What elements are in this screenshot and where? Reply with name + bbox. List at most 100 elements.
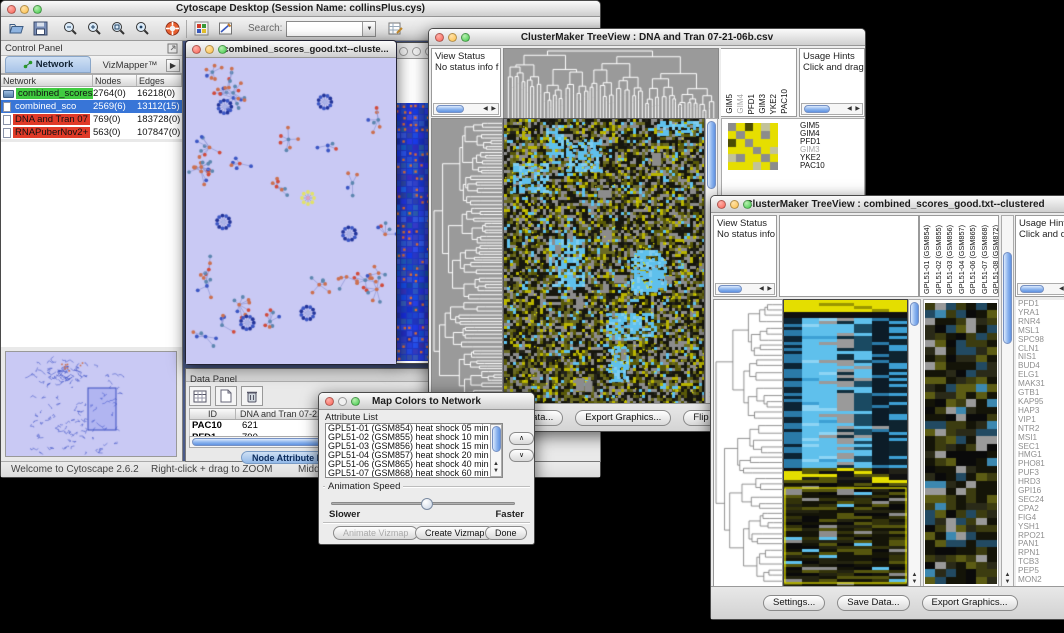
annotation-icon[interactable] xyxy=(216,20,234,38)
minimize-button[interactable] xyxy=(412,47,421,56)
network-overview-panel[interactable] xyxy=(5,351,177,457)
row-label[interactable]: PAC10 xyxy=(800,162,825,170)
tab-network[interactable]: Network xyxy=(5,56,91,73)
search-input[interactable] xyxy=(287,22,362,36)
column-label[interactable]: GIM3 xyxy=(758,94,767,114)
listbox-v-scrollbar[interactable]: ▲▼ xyxy=(490,424,502,477)
treeview-action-button[interactable]: Settings... xyxy=(763,595,825,611)
animation-speed-slider[interactable] xyxy=(331,502,515,505)
gene-label[interactable]: MON2 xyxy=(1018,576,1064,585)
zoom-button[interactable] xyxy=(743,200,752,209)
treeview-action-button[interactable]: Export Graphics... xyxy=(922,595,1018,611)
dialog-titlebar[interactable]: Map Colors to Network xyxy=(319,393,534,410)
column-label[interactable]: GPL51-01 (GSM854) xyxy=(922,225,933,294)
animate-vizmap-button[interactable]: Animate Vizmap xyxy=(333,526,418,540)
network-row[interactable]: combined_sco 2569(6) 13112(15) xyxy=(1,100,182,113)
open-session-icon[interactable] xyxy=(7,20,25,38)
tab-overflow-arrow[interactable]: ▶ xyxy=(166,59,180,72)
attribute-item[interactable]: GPL51-03 (GSM856) heat shock 15 min xyxy=(326,442,502,451)
treeview1-titlebar[interactable]: ClusterMaker TreeView : DNA and Tran 07-… xyxy=(429,29,865,46)
zoom-in-icon[interactable] xyxy=(85,20,103,38)
tv1-row-dendrogram[interactable] xyxy=(431,118,503,405)
zoom-button[interactable] xyxy=(33,5,42,14)
column-label[interactable]: YKE2 xyxy=(769,94,778,114)
slider-thumb[interactable] xyxy=(421,498,433,510)
move-up-button[interactable]: ∧ xyxy=(509,432,534,445)
tv1-global-heatmap[interactable] xyxy=(503,118,705,405)
attribute-listbox[interactable]: GPL51-01 (GSM854) heat shock 05 minGPL51… xyxy=(325,423,503,478)
tv1-zoom-heatmap[interactable] xyxy=(728,123,778,170)
new-attribute-icon[interactable] xyxy=(215,386,237,406)
treeview2-titlebar[interactable]: ClusterMaker TreeView : combined_scores_… xyxy=(711,196,1064,213)
column-label[interactable]: GPL51-07 (GSM868) xyxy=(980,225,991,294)
node-attribute-icon[interactable] xyxy=(192,20,210,38)
close-button[interactable] xyxy=(7,5,16,14)
search-dropdown-arrow[interactable]: ▼ xyxy=(362,22,375,36)
network-row[interactable]: DNA and Tran 07 769(0) 183728(0) xyxy=(1,113,182,126)
zoom-button[interactable] xyxy=(218,45,227,54)
minimize-button[interactable] xyxy=(338,397,347,406)
network-graph-canvas[interactable] xyxy=(186,58,396,364)
column-label[interactable]: PAC10 xyxy=(780,89,789,114)
tv2-global-heatmap[interactable] xyxy=(783,299,908,588)
tv2-row-dendrogram[interactable] xyxy=(713,299,783,588)
zoom-button[interactable] xyxy=(351,397,360,406)
minimize-button[interactable] xyxy=(20,5,29,14)
col-id[interactable]: ID xyxy=(190,409,236,419)
float-panel-icon[interactable] xyxy=(166,42,178,54)
tv2-gene-v-scrollbar[interactable]: ▲▼ xyxy=(1001,215,1014,588)
column-label[interactable]: PFD1 xyxy=(747,94,756,114)
tv2-hints-h-scrollbar[interactable]: ◀ ▶ xyxy=(1017,283,1064,295)
zoom-button[interactable] xyxy=(461,33,470,42)
tv2-column-dendrogram-area[interactable] xyxy=(779,215,919,297)
attribute-table-icon[interactable] xyxy=(189,386,211,406)
attribute-item[interactable]: GPL51-04 (GSM857) heat shock 20 min xyxy=(326,451,502,460)
column-label[interactable]: GPL51-02 (GSM855) xyxy=(934,225,945,294)
create-vizmap-button[interactable]: Create Vizmap xyxy=(415,526,494,540)
column-label[interactable]: GPL51-03 (GSM856) xyxy=(945,225,956,294)
search-combobox[interactable]: ▼ xyxy=(286,21,376,37)
tab-vizmapper[interactable]: VizMapper™ xyxy=(93,57,167,73)
close-button[interactable] xyxy=(399,47,408,56)
column-label[interactable]: GPL51-06 (GSM865) xyxy=(968,225,979,294)
delete-attribute-icon[interactable] xyxy=(241,386,263,406)
column-label[interactable]: GPL51-04 (GSM857) xyxy=(957,225,968,294)
tv1-column-dendrogram[interactable] xyxy=(503,48,719,119)
table-edit-icon[interactable] xyxy=(386,20,404,38)
treeview-action-button[interactable]: Save Data... xyxy=(837,595,909,611)
zoom-selected-icon[interactable] xyxy=(133,20,151,38)
minimize-button[interactable] xyxy=(448,33,457,42)
minimize-button[interactable] xyxy=(730,200,739,209)
tv1-hints-h-scrollbar[interactable]: ◀ ▶ xyxy=(801,103,863,115)
tv2-status-h-scrollbar[interactable]: ◀ ▶ xyxy=(715,283,775,295)
tv2-global-v-scrollbar[interactable]: ▲▼ xyxy=(908,299,921,588)
treeview-action-button[interactable]: Export Graphics... xyxy=(575,410,671,426)
close-button[interactable] xyxy=(192,45,201,54)
network-row[interactable]: RNAPuberNov2+ 563(0) 107847(0) xyxy=(1,126,182,139)
save-session-icon[interactable] xyxy=(31,20,49,38)
close-button[interactable] xyxy=(717,200,726,209)
desktop: Cytoscape Desktop (Session Name: collins… xyxy=(0,0,1064,633)
move-down-button[interactable]: ∨ xyxy=(509,449,534,462)
column-label[interactable]: GPL51-08 (GSM872) xyxy=(991,225,999,294)
done-button[interactable]: Done xyxy=(485,526,527,540)
attribute-item[interactable]: GPL51-01 (GSM854) heat shock 05 min xyxy=(326,424,502,433)
close-button[interactable] xyxy=(435,33,444,42)
network-overview-canvas[interactable] xyxy=(6,352,176,456)
tv1-status-h-scrollbar[interactable]: ◀ ▶ xyxy=(433,103,499,115)
main-titlebar[interactable]: Cytoscape Desktop (Session Name: collins… xyxy=(1,1,600,17)
zoom-fit-icon[interactable] xyxy=(109,20,127,38)
network-view-titlebar[interactable]: combined_scores_good.txt--cluste... xyxy=(186,41,396,58)
attribute-row-id: PAC10 xyxy=(190,420,236,432)
column-label[interactable]: GIM5 xyxy=(725,94,734,114)
attribute-item[interactable]: GPL51-07 (GSM868) heat shock 60 min xyxy=(326,469,502,478)
attribute-item[interactable]: GPL51-06 (GSM865) heat shock 40 min xyxy=(326,460,502,469)
tv2-zoom-heatmap[interactable] xyxy=(925,303,997,584)
zoom-out-icon[interactable] xyxy=(61,20,79,38)
close-button[interactable] xyxy=(325,397,334,406)
attribute-item[interactable]: GPL51-02 (GSM855) heat shock 10 min xyxy=(326,433,502,442)
column-label[interactable]: GIM4 xyxy=(736,94,745,114)
network-row[interactable]: combined_scores 2764(0) 16218(0) xyxy=(1,87,182,100)
help-icon[interactable] xyxy=(163,20,181,38)
minimize-button[interactable] xyxy=(205,45,214,54)
